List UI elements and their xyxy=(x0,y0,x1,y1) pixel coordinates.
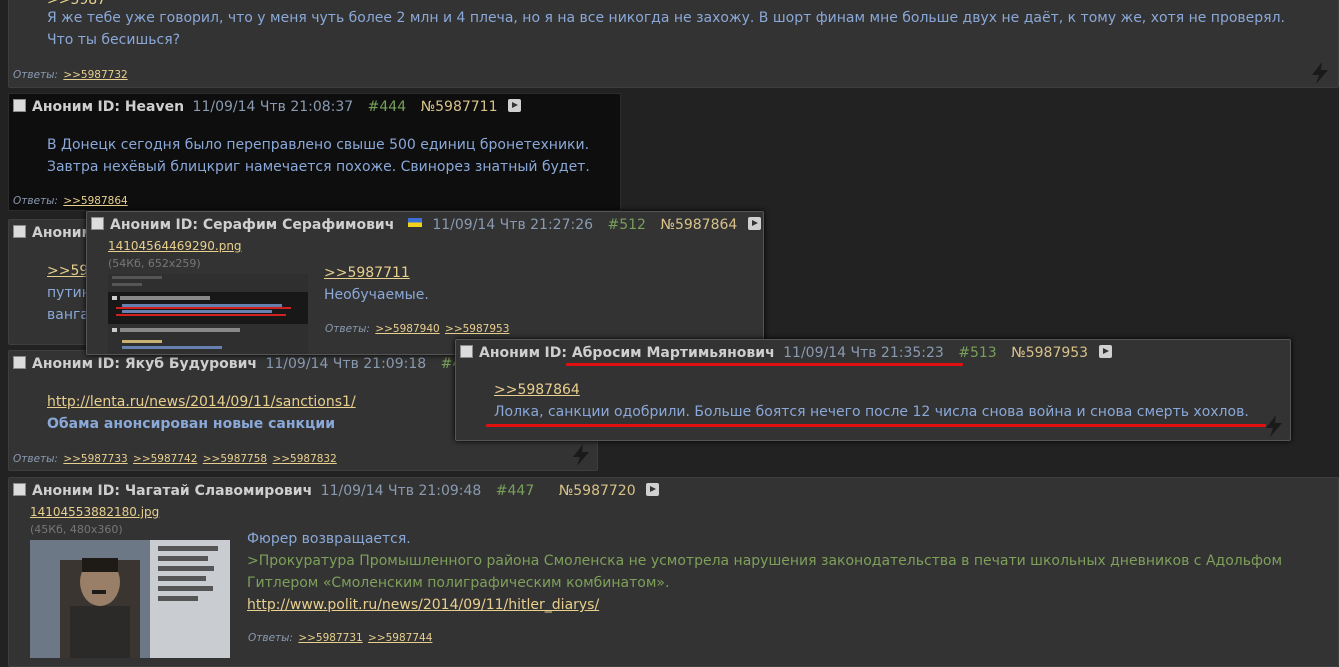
play-icon[interactable] xyxy=(507,99,521,112)
lightning-icon[interactable] xyxy=(1262,414,1286,438)
post-message: http://lenta.ru/news/2014/09/11/sanction… xyxy=(47,391,356,435)
popup-post-5987864: Аноним ID: Серафим Серафимович 11/09/14 Ч… xyxy=(86,211,764,355)
poster-id: ID: Абросим Мартимьянович xyxy=(544,345,775,361)
quote-line: Гитлером «Смоленским полиграфическим ком… xyxy=(247,575,670,591)
poster-name: Аноним xyxy=(110,217,172,233)
post-checkbox[interactable] xyxy=(13,483,26,496)
hitler-diary-photo xyxy=(30,540,230,658)
reply-link[interactable]: >>5987744 xyxy=(368,632,432,644)
post-message: В Донецк сегодня было переправлено свыше… xyxy=(47,134,590,178)
post-top: >>5987 Я же тебе уже говорил, что у меня… xyxy=(8,0,1339,88)
poster-id: ID: Якуб Будурович xyxy=(97,356,258,372)
post-message: >>5987711 Необучаемые. xyxy=(324,262,429,306)
post-index: #447 xyxy=(495,483,535,499)
post-date: 11/09/14 Чтв 21:08:37 xyxy=(192,99,354,115)
reply-link[interactable]: >>5987940 xyxy=(375,323,439,335)
replies-label: Ответы: xyxy=(13,195,58,207)
file-info: (54Кб, 652x259) xyxy=(108,257,201,270)
post-message: Фюрер возвращается. >Прокуратура Промышл… xyxy=(247,528,1282,616)
post-checkbox[interactable] xyxy=(13,99,26,112)
play-icon[interactable] xyxy=(646,483,660,496)
replies-label: Ответы: xyxy=(13,69,58,81)
poster-name: Аноним xyxy=(32,483,94,499)
quote-line: >Прокуратура Промышленного района Смолен… xyxy=(247,553,1283,569)
reply-link[interactable]: >>5987731 xyxy=(298,632,362,644)
reply-link[interactable]: >>5987953 xyxy=(445,323,509,335)
replies: Ответы: >>5987864 xyxy=(13,195,128,207)
post-date: 11/09/14 Чтв 21:09:48 xyxy=(320,483,482,499)
reply-link[interactable]: >>5987732 xyxy=(63,69,127,81)
post-header: Аноним ID: Якуб Будурович 11/09/14 Чтв 2… xyxy=(13,355,461,373)
post-header: Аноним ID: Абросим Мартимьянович 11/09/1… xyxy=(460,344,1112,362)
message-line: Обама анонсирован новые санкции xyxy=(47,416,335,432)
post-checkbox[interactable] xyxy=(13,225,26,238)
post-index: #444 xyxy=(367,99,407,115)
message-line: Необучаемые. xyxy=(324,287,429,303)
message-line: Что ты бесишься? xyxy=(47,32,181,48)
ukraine-flag-icon xyxy=(408,218,423,227)
image-thumbnail[interactable] xyxy=(30,540,230,658)
post-number-link[interactable]: №5987720 xyxy=(559,483,636,499)
file-name-link[interactable]: 14104564469290.png xyxy=(108,239,242,253)
replies: Ответы: >>5987733 >>5987742 >>5987758 >>… xyxy=(13,453,337,465)
poster-name: Аноним xyxy=(32,225,94,241)
post-checkbox[interactable] xyxy=(13,356,26,369)
poster-name: Аноним xyxy=(32,99,94,115)
ref-link[interactable]: >>5987711 xyxy=(324,262,429,284)
reply-link[interactable]: >>5987758 xyxy=(203,453,267,465)
red-highlight-underline xyxy=(566,363,963,366)
post-date: 11/09/14 Чтв 21:27:26 xyxy=(432,217,594,233)
post-header: Аноним ID: Чагатай Славомирович 11/09/14… xyxy=(13,482,660,500)
post-date: 11/09/14 Чтв 21:09:18 xyxy=(265,356,427,372)
post-5987720: Аноним ID: Чагатай Славомирович 11/09/14… xyxy=(8,477,1339,667)
replies-label: Ответы: xyxy=(325,323,370,335)
popup-post-5987953: Аноним ID: Абросим Мартимьянович 11/09/1… xyxy=(455,339,1291,441)
message-line: Фюрер возвращается. xyxy=(247,531,411,547)
post-message: Я же тебе уже говорил, что у меня чуть б… xyxy=(47,7,1285,51)
file-info: (45Кб, 480x360) xyxy=(30,523,123,536)
external-link[interactable]: http://www.polit.ru/news/2014/09/11/hitl… xyxy=(247,594,1282,616)
lightning-icon[interactable] xyxy=(569,443,593,467)
message-line: Я же тебе уже говорил, что у меня чуть б… xyxy=(47,10,1285,26)
message-line: В Донецк сегодня было переправлено свыше… xyxy=(47,137,590,153)
red-highlight-underline xyxy=(486,424,1266,427)
post-header: Аноним ID: Heaven 11/09/14 Чтв 21:08:37 … xyxy=(13,98,521,116)
poster-name: Аноним xyxy=(32,356,94,372)
replies: Ответы: >>5987732 xyxy=(13,69,128,81)
replies-label: Ответы: xyxy=(248,632,293,644)
message-line: Завтра нехёвый блицкриг намечается похож… xyxy=(47,159,590,175)
post-index: #512 xyxy=(607,217,646,233)
image-thumbnail[interactable] xyxy=(108,274,308,354)
reply-link[interactable]: >>5987733 xyxy=(63,453,127,465)
post-checkbox[interactable] xyxy=(460,345,473,358)
play-icon[interactable] xyxy=(747,217,761,230)
post-5987711: Аноним ID: Heaven 11/09/14 Чтв 21:08:37 … xyxy=(8,93,621,211)
external-link[interactable]: http://lenta.ru/news/2014/09/11/sanction… xyxy=(47,391,356,413)
poster-name: Аноним xyxy=(479,345,541,361)
thumbnail-preview-graphic xyxy=(108,274,308,354)
post-number-link[interactable]: №5987953 xyxy=(1011,345,1088,361)
replies-label: Ответы: xyxy=(13,453,58,465)
file-name-link[interactable]: 14104553882180.jpg xyxy=(30,505,159,519)
post-header: Аноним ID: Серафим Серафимович 11/09/14 Ч… xyxy=(91,216,761,234)
post-number-link[interactable]: №5987711 xyxy=(421,99,498,115)
reply-link[interactable]: >>5987832 xyxy=(272,453,336,465)
play-icon[interactable] xyxy=(1098,345,1112,358)
poster-id: ID: Серафим Серафимович xyxy=(175,217,395,233)
post-index: #513 xyxy=(958,345,997,361)
poster-id: ID: Heaven xyxy=(97,99,185,115)
lightning-icon[interactable] xyxy=(1308,61,1332,85)
post-checkbox[interactable] xyxy=(91,217,104,230)
post-message: >>5987864 Лолка, санкции одобрили. Больш… xyxy=(494,379,1249,423)
post-date: 11/09/14 Чтв 21:35:23 xyxy=(783,345,944,361)
ref-link[interactable]: >>5987864 xyxy=(494,379,1249,401)
poster-id: ID: Чагатай Славомирович xyxy=(97,483,313,499)
message-line: Лолка, санкции одобрили. Больше боятся н… xyxy=(494,404,1249,420)
post-header: Аноним xyxy=(13,224,93,242)
reply-link[interactable]: >>5987864 xyxy=(63,195,127,207)
replies: Ответы: >>5987940 >>5987953 xyxy=(325,323,509,335)
replies: Ответы: >>5987731 >>5987744 xyxy=(248,632,432,644)
post-number-link[interactable]: №5987864 xyxy=(660,217,737,233)
reply-link[interactable]: >>5987742 xyxy=(133,453,197,465)
